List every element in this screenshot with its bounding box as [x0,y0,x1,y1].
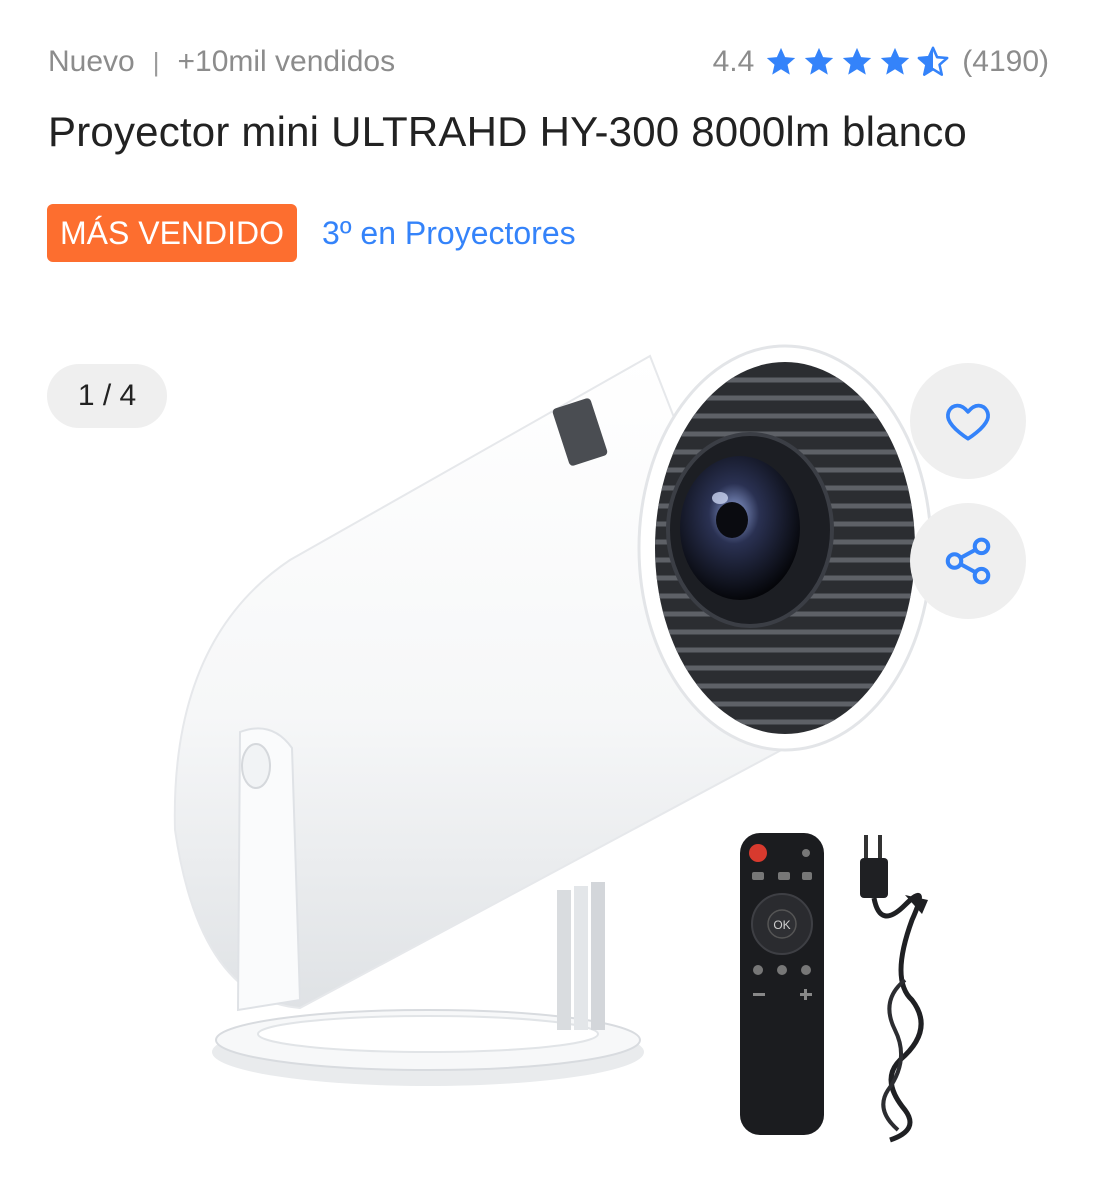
condition-label: Nuevo [48,45,135,78]
star-icon [881,47,910,75]
star-icon [767,47,796,75]
product-gallery[interactable]: OK 1 / 4 [0,340,1097,1160]
sold-count: +10mil vendidos [177,45,396,78]
product-title: Proyector mini ULTRAHD HY-300 8000lm bla… [48,108,967,155]
star-half-icon [917,46,949,76]
category-rank-link[interactable]: 3º en Proyectores [322,215,576,252]
star-icon [805,47,834,75]
rating-value: 4.4 [712,45,755,78]
star-icon [843,47,872,75]
rating-stars [764,45,954,79]
share-button[interactable] [910,503,1026,619]
remote-ok-label: OK [773,918,790,932]
heart-icon [946,403,990,441]
highlights-row: MÁS VENDIDO 3º en Proyectores [47,204,576,262]
review-count: (4190) [962,45,1049,78]
separator: | [152,46,160,77]
product-meta-line: Nuevo | +10mil vendidos 4.4 (4190) [48,40,1049,84]
image-counter: 1 / 4 [47,364,167,428]
best-seller-badge: MÁS VENDIDO [47,204,298,262]
rating-summary[interactable]: 4.4 (4190) [713,45,1049,79]
condition-and-sales: Nuevo | +10mil vendidos [48,45,395,79]
share-icon [945,537,991,585]
favorite-button[interactable] [910,363,1026,479]
